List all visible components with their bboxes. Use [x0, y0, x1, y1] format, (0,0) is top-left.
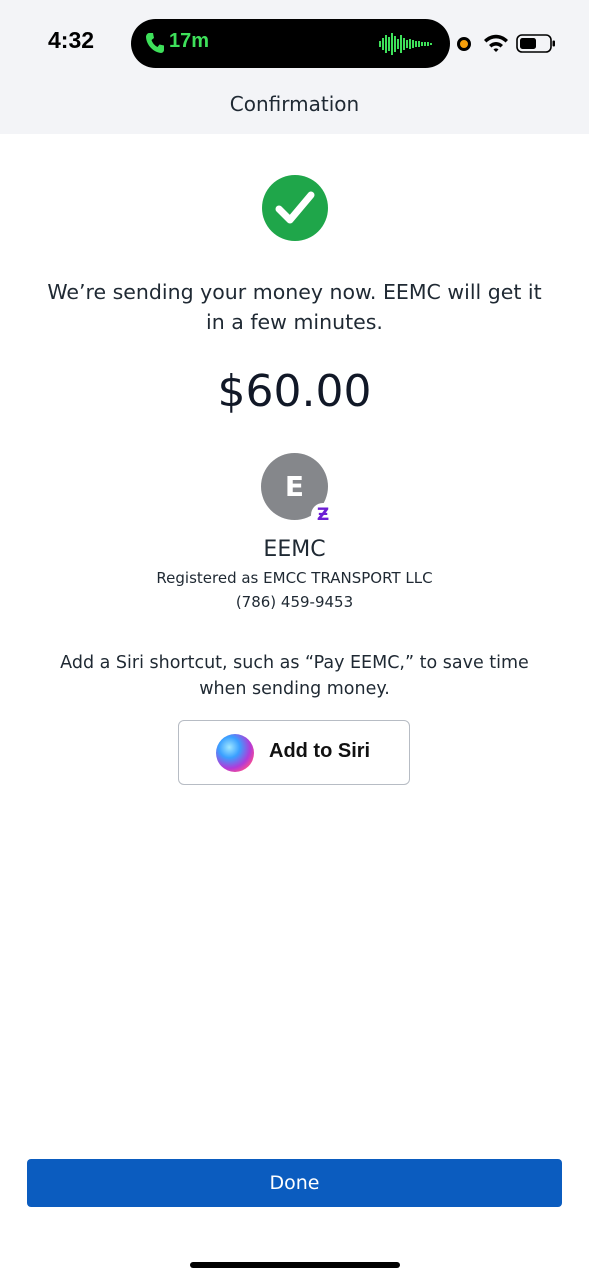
payment-amount: $60.00: [217, 366, 372, 417]
status-time: 4:32: [48, 27, 95, 53]
zelle-badge-icon: Ƶ: [311, 503, 335, 527]
recipient-name: EEMC: [263, 537, 326, 562]
recording-dot: [457, 37, 471, 51]
dynamic-island-call[interactable]: 17m: [131, 19, 450, 68]
check-circle-icon: [262, 175, 328, 241]
phone-icon: [146, 33, 164, 53]
home-indicator[interactable]: [190, 1262, 400, 1268]
add-to-siri-button[interactable]: Add to Siri: [178, 720, 410, 785]
call-duration: 17m: [169, 30, 210, 52]
add-to-siri-label: Add to Siri: [269, 740, 371, 762]
siri-icon: [216, 734, 254, 772]
done-button[interactable]: Done: [27, 1159, 562, 1207]
battery-icon: [516, 34, 555, 53]
waveform-icon: [379, 33, 432, 55]
confirmation-message: We’re sending your money now. EEMC will …: [47, 280, 542, 334]
recipient-registered-name: Registered as EMCC TRANSPORT LLC: [156, 569, 433, 587]
top-bar: 4:32 17m Confirmation: [0, 0, 589, 134]
recipient-phone: (786) 459-9453: [235, 593, 354, 611]
siri-shortcut-prompt: Add a Siri shortcut, such as “Pay EEMC,”…: [60, 653, 529, 699]
wifi-icon: [484, 34, 508, 52]
page-title: Confirmation: [229, 92, 360, 116]
